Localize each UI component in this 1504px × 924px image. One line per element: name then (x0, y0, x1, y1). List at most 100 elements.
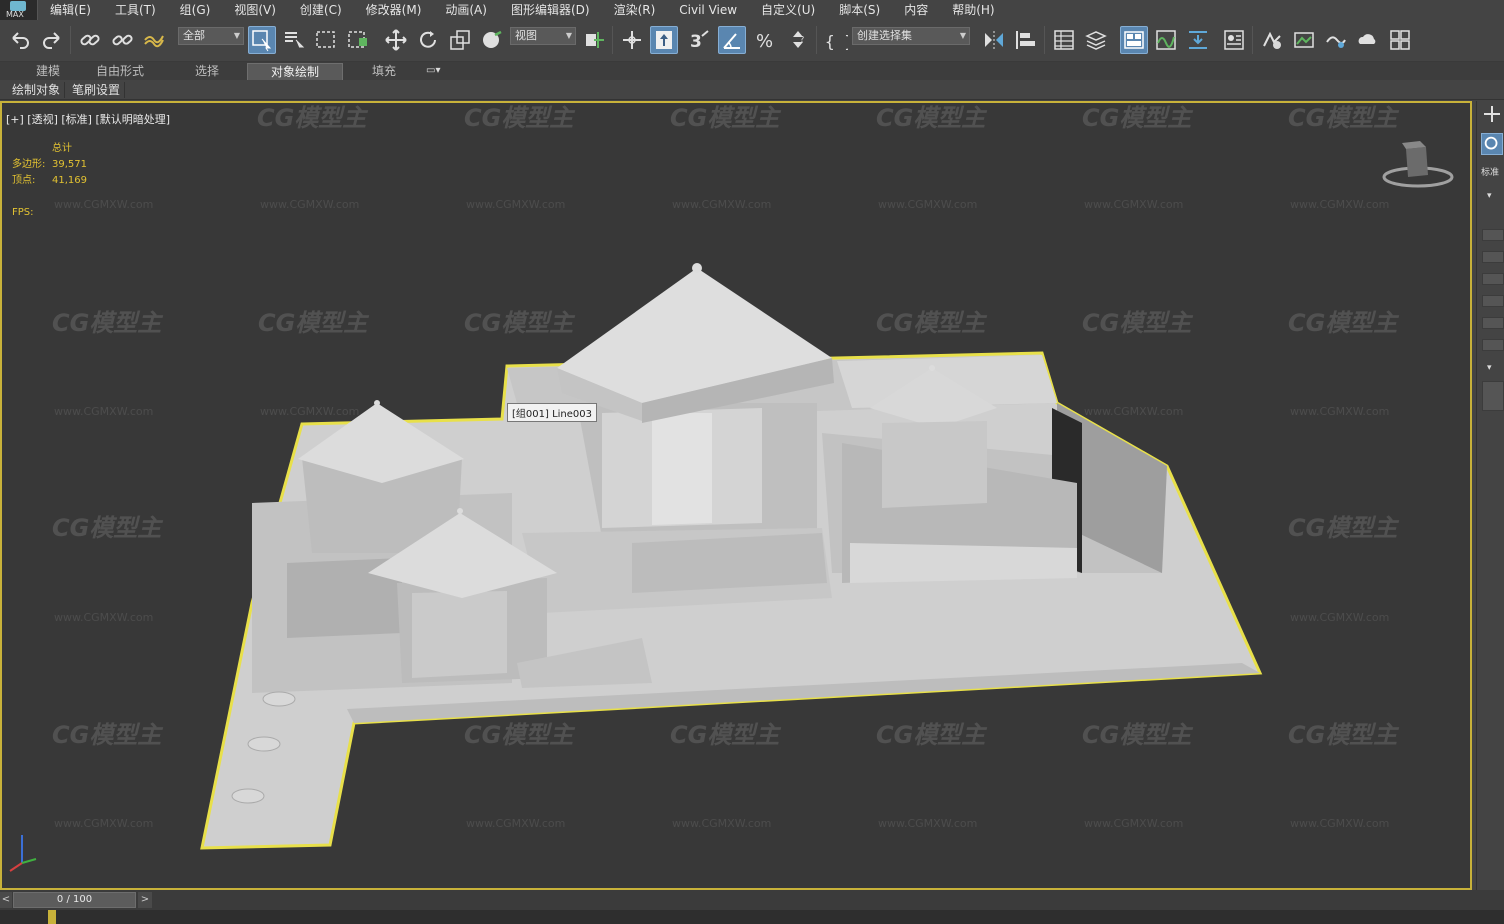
object-type-button[interactable] (1482, 229, 1504, 241)
rectangular-selection-icon[interactable] (312, 26, 340, 54)
svg-text:3: 3 (690, 32, 702, 52)
spinner-snap-icon[interactable]: ? (784, 26, 812, 54)
render-production-icon[interactable] (1322, 26, 1350, 54)
object-type-button[interactable] (1482, 273, 1504, 285)
ribbon-options-icon[interactable]: ▭▾ (426, 65, 450, 77)
svg-text:%: % (756, 31, 773, 52)
menu-view[interactable]: 视图(V) (222, 0, 288, 20)
selection-filter-dropdown[interactable]: 全部 ▼ (178, 27, 244, 45)
ribbon-tabs: 建模 自由形式 选择 对象绘制 填充 ▭▾ (0, 62, 1504, 80)
app-menu-button[interactable]: MAX (0, 0, 38, 20)
align-icon[interactable] (1012, 26, 1040, 54)
create-tab-icon[interactable] (1481, 103, 1503, 125)
render-setup-icon[interactable] (1258, 26, 1286, 54)
polygons-label: 多边形: (12, 159, 46, 170)
menu-edit[interactable]: 编辑(E) (38, 0, 103, 20)
vertices-label: 顶点: (12, 175, 36, 186)
ribbon-panel-bar: 绘制对象 笔刷设置 (0, 80, 1504, 100)
menu-graph-editors[interactable]: 图形编辑器(D) (499, 0, 602, 20)
viewport-statistics: 总计 多边形: 39,571 顶点: 41,169 (12, 141, 87, 189)
perspective-viewport[interactable]: CG模型主 CG模型主 CG模型主 CG模型主 CG模型主 CG模型主 www.… (0, 101, 1472, 890)
timeline: < 0 / 100 > (0, 890, 1504, 924)
rollout-toggle-icon[interactable]: ▾ (1487, 191, 1492, 201)
rotate-icon[interactable] (414, 26, 442, 54)
curve-editor-icon[interactable] (1152, 26, 1180, 54)
viewport-label-menu[interactable]: [+] [透视] [标准] [默认明暗处理] (6, 111, 170, 127)
window-crossing-icon[interactable] (344, 26, 372, 54)
polygons-value: 39,571 (52, 159, 87, 170)
scale-icon[interactable] (446, 26, 474, 54)
menu-scripting[interactable]: 脚本(S) (827, 0, 892, 20)
scene-explorer-icon[interactable] (1050, 26, 1078, 54)
tab-selection[interactable]: 选择 (178, 63, 236, 80)
main-toolbar: 全部 ▼ 视图 ▼ 3 % ? { } 创建选择集 ▼ (0, 20, 1504, 62)
time-cursor[interactable] (48, 910, 56, 924)
select-object-icon[interactable] (248, 26, 276, 54)
layer-explorer-icon[interactable] (1082, 26, 1110, 54)
dope-sheet-icon[interactable] (1184, 26, 1212, 54)
bind-space-warp-icon[interactable] (140, 26, 168, 54)
tab-populate[interactable]: 填充 (356, 63, 412, 80)
rendered-frame-window-icon[interactable] (1290, 26, 1318, 54)
tab-object-paint[interactable]: 对象绘制 (247, 63, 343, 80)
percent-snap-icon[interactable]: % (752, 26, 780, 54)
keyboard-shortcut-override-icon[interactable] (650, 26, 678, 54)
stats-header: 总计 (52, 143, 72, 154)
building-model[interactable] (2, 103, 1470, 888)
name-color-field[interactable] (1482, 381, 1504, 411)
tab-modeling[interactable]: 建模 (20, 63, 76, 80)
menu-help[interactable]: 帮助(H) (940, 0, 1006, 20)
reference-coordinate-dropdown[interactable]: 视图 ▼ (510, 27, 576, 45)
a360-gallery-icon[interactable] (1386, 26, 1414, 54)
menu-rendering[interactable]: 渲染(R) (602, 0, 668, 20)
chevron-down-icon: ▼ (565, 31, 572, 40)
toggle-ribbon-icon[interactable] (1120, 26, 1148, 54)
menu-tools[interactable]: 工具(T) (103, 0, 168, 20)
menu-animation[interactable]: 动画(A) (433, 0, 499, 20)
move-icon[interactable] (382, 26, 410, 54)
object-type-button[interactable] (1482, 317, 1504, 329)
link-icon[interactable] (76, 26, 104, 54)
object-type-dropdown[interactable]: 标准 (1481, 165, 1504, 178)
command-panel: 标准 ▾ ▾ (1476, 101, 1504, 890)
edit-named-selection-icon[interactable]: { } (822, 26, 850, 54)
mirror-icon[interactable] (980, 26, 1008, 54)
render-cloud-icon[interactable] (1354, 26, 1382, 54)
svg-text:?: ? (800, 35, 804, 44)
select-by-name-icon[interactable] (280, 26, 308, 54)
named-selection-dropdown[interactable]: 创建选择集 ▼ (852, 27, 970, 45)
material-editor-icon[interactable] (1220, 26, 1248, 54)
chevron-down-icon: ▼ (959, 31, 966, 40)
pivot-center-icon[interactable] (580, 26, 608, 54)
rollout-toggle-icon[interactable]: ▾ (1487, 363, 1492, 373)
paint-objects-panel[interactable]: 绘制对象 (8, 82, 66, 98)
menu-customize[interactable]: 自定义(U) (749, 0, 827, 20)
undo-icon[interactable] (6, 26, 34, 54)
menu-content[interactable]: 内容 (892, 0, 940, 20)
viewcube-icon[interactable] (1382, 139, 1462, 195)
fps-label: FPS: (12, 207, 34, 218)
menu-create[interactable]: 创建(C) (288, 0, 354, 20)
prev-frame-icon[interactable]: < (0, 892, 12, 908)
menu-group[interactable]: 组(G) (168, 0, 223, 20)
place-icon[interactable] (478, 26, 506, 54)
angle-snap-icon[interactable] (718, 26, 746, 54)
track-bar[interactable] (0, 910, 1504, 924)
object-type-button[interactable] (1482, 339, 1504, 351)
app-logo-text: MAX (6, 10, 24, 19)
select-manipulate-icon[interactable] (618, 26, 646, 54)
object-type-button[interactable] (1482, 295, 1504, 307)
selection-filter-value: 全部 (183, 29, 205, 42)
time-slider[interactable]: 0 / 100 (13, 892, 136, 908)
object-type-button[interactable] (1482, 251, 1504, 263)
brush-settings-panel[interactable]: 笔刷设置 (68, 82, 126, 98)
redo-icon[interactable] (38, 26, 66, 54)
object-tooltip: [组001] Line003 (507, 403, 597, 422)
menu-civil-view[interactable]: Civil View (667, 0, 749, 20)
next-frame-icon[interactable]: > (138, 892, 152, 908)
geometry-category-icon[interactable] (1481, 133, 1503, 155)
tab-freeform[interactable]: 自由形式 (84, 63, 156, 80)
snap-toggle-icon[interactable]: 3 (686, 26, 714, 54)
menu-modifiers[interactable]: 修改器(M) (354, 0, 434, 20)
unlink-icon[interactable] (108, 26, 136, 54)
